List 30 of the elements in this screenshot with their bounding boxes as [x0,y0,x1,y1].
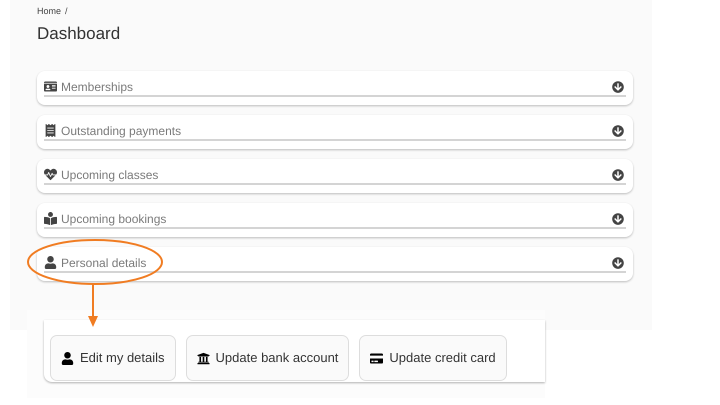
expand-icon[interactable] [612,168,624,181]
section-title: Upcoming bookings [61,210,166,228]
user-icon [44,256,57,270]
section-title: Outstanding payments [61,122,182,140]
user-icon [61,352,74,364]
section-title: Personal details [61,254,146,272]
id-card-icon [44,80,57,94]
expand-icon[interactable] [612,256,624,269]
action-button[interactable]: Update credit card [359,335,507,381]
bank-icon [196,352,210,364]
accordion-header[interactable]: Upcoming classes [37,158,633,193]
action-button[interactable]: Update bank account [186,335,350,381]
accordion-header[interactable]: Upcoming bookings [37,202,633,237]
expand-icon[interactable] [612,80,624,93]
credit-card-icon [370,352,384,364]
reader-icon [44,212,57,226]
section-title: Upcoming classes [61,166,158,184]
receipt-icon [44,124,57,138]
expand-icon[interactable] [612,124,624,137]
accordion-header[interactable]: Memberships [37,70,633,105]
accordion-header[interactable]: Personal details [37,246,633,281]
breadcrumb-separator: / [65,5,68,18]
page-title: Dashboard [37,22,120,44]
expand-icon[interactable] [612,212,624,225]
section-title: Memberships [61,78,134,96]
accordion-header[interactable]: Outstanding payments [37,114,633,149]
breadcrumb-link[interactable]: Home [37,5,62,18]
annotation-arrow [87,284,99,328]
heartbeat-icon [44,168,57,182]
action-button[interactable]: Edit my details [50,335,176,381]
